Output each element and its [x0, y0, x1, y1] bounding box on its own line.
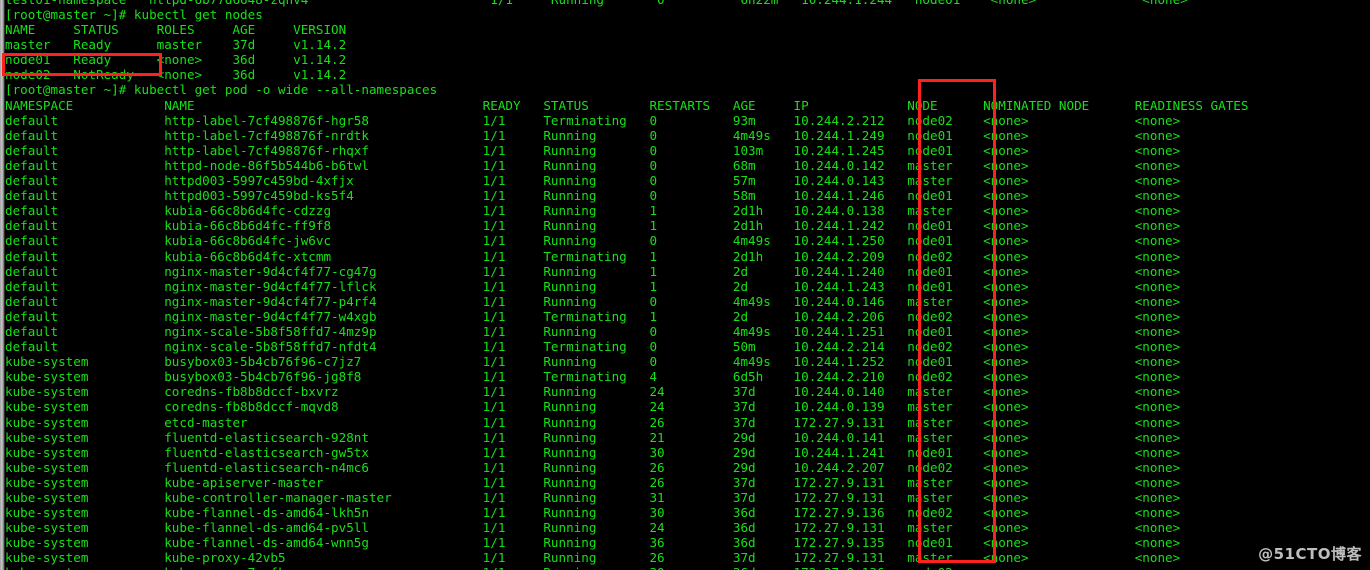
pods-table-row: default nginx-master-9d4cf4f77-p4rf4 1/1… [5, 293, 1181, 309]
pods-table-row: kube-system kube-proxy-7nrfk 1/1 Running… [5, 565, 1370, 570]
terminal-screen: test01-namespace httpd-6b77d6648-zqnv4 1… [5, 0, 1370, 570]
command-text-get-pods: kubectl get pod -o wide --all-namespaces [133, 82, 438, 98]
pods-table-row: default kubia-66c8b6d4fc-xtcmm 1/1 Termi… [5, 248, 1181, 264]
pods-table-row: default nginx-master-9d4cf4f77-lflck 1/1… [5, 278, 1181, 294]
pods-table-row: default http-label-7cf498876f-nrdtk 1/1 … [5, 127, 1181, 143]
pods-table-row: kube-system kube-flannel-ds-amd64-wnn5g … [5, 535, 1181, 551]
pods-table-row: kube-system kube-flannel-ds-amd64-pv5ll … [5, 520, 1181, 536]
command-text-get-nodes: kubectl get nodes [133, 7, 263, 22]
site-watermark: @51CTO博客 [1258, 545, 1362, 563]
pods-table-row: kube-system etcd-master 1/1 Running 26 3… [5, 414, 1181, 430]
terminal-window[interactable]: test01-namespace httpd-6b77d6648-zqnv4 1… [0, 0, 1370, 570]
pods-table-row: default httpd003-5997c459bd-ks5f4 1/1 Ru… [5, 188, 1181, 204]
pods-table-row: default kubia-66c8b6d4fc-cdzzg 1/1 Runni… [5, 203, 1181, 219]
scrollback-partial-line: test01-namespace httpd-6b77d6648-zqnv4 1… [5, 0, 1370, 7]
pods-table-row: kube-system kube-apiserver-master 1/1 Ru… [5, 474, 1181, 490]
pods-table-row: kube-system busybox03-5b4cb76f96-jg8f8 1… [5, 369, 1181, 385]
pods-table-row: default httpd-node-86f5b544b6-b6twl 1/1 … [5, 157, 1181, 173]
pods-table-row: default httpd003-5997c459bd-4xfjx 1/1 Ru… [5, 173, 1181, 189]
nodes-table-row: node02 NotReady <none> 36d v1.14.2 [5, 67, 347, 83]
pods-table-row: default http-label-7cf498876f-rhqxf 1/1 … [5, 142, 1181, 158]
nodes-table: NAME STATUS ROLES AGE VERSION master Read… [5, 22, 1370, 82]
pods-table-row: default nginx-master-9d4cf4f77-w4xgb 1/1… [5, 308, 1181, 324]
pods-table-row: kube-system coredns-fb8b8dccf-bxvrz 1/1 … [5, 384, 1181, 400]
command-line-get-nodes: [root@master ~]# kubectl get nodes [5, 7, 1370, 22]
pods-table: NAMESPACE NAME READY STATUS RESTARTS AGE… [5, 98, 1370, 570]
pods-table-row: default nginx-master-9d4cf4f77-cg47g 1/1… [5, 263, 1181, 279]
pods-table-row: kube-system fluentd-elasticsearch-928nt … [5, 429, 1181, 445]
scrollback-partial-text: test01-namespace httpd-6b77d6648-zqnv4 1… [5, 0, 1370, 7]
pods-table-row: default kubia-66c8b6d4fc-jw6vc 1/1 Runni… [5, 233, 1181, 249]
nodes-table-header: NAME STATUS ROLES AGE VERSION [5, 22, 347, 38]
pods-table-row: default nginx-scale-5b8f58ffd7-4mz9p 1/1… [5, 323, 1181, 339]
pods-table-row: kube-system coredns-fb8b8dccf-mqvd8 1/1 … [5, 399, 1181, 415]
pods-table-row: default http-label-7cf498876f-hgr58 1/1 … [5, 112, 1181, 128]
pods-table-row: kube-system fluentd-elasticsearch-gw5tx … [5, 444, 1181, 460]
pods-table-row: kube-system kube-proxy-42vb5 1/1 Running… [5, 550, 1181, 566]
shell-prompt: [root@master ~]# [5, 7, 134, 22]
pods-table-row: kube-system kube-flannel-ds-amd64-lkh5n … [5, 505, 1181, 521]
pods-table-header: NAMESPACE NAME READY STATUS RESTARTS AGE… [5, 97, 1249, 113]
shell-prompt-2: [root@master ~]# [5, 82, 134, 98]
pods-table-row: kube-system busybox03-5b4cb76f96-c7jz7 1… [5, 354, 1181, 370]
nodes-table-row: master Ready master 37d v1.14.2 [5, 37, 347, 53]
pods-table-row: kube-system fluentd-elasticsearch-n4mc6 … [5, 459, 1181, 475]
pods-table-row: kube-system kube-controller-manager-mast… [5, 490, 1181, 505]
pods-table-row: default kubia-66c8b6d4fc-ff9f8 1/1 Runni… [5, 218, 1181, 234]
nodes-table-row: node01 Ready <none> 36d v1.14.2 [5, 52, 347, 68]
command-line-get-pods: [root@master ~]# kubectl get pod -o wide… [5, 82, 1370, 97]
pods-table-row: default nginx-scale-5b8f58ffd7-nfdt4 1/1… [5, 339, 1181, 355]
